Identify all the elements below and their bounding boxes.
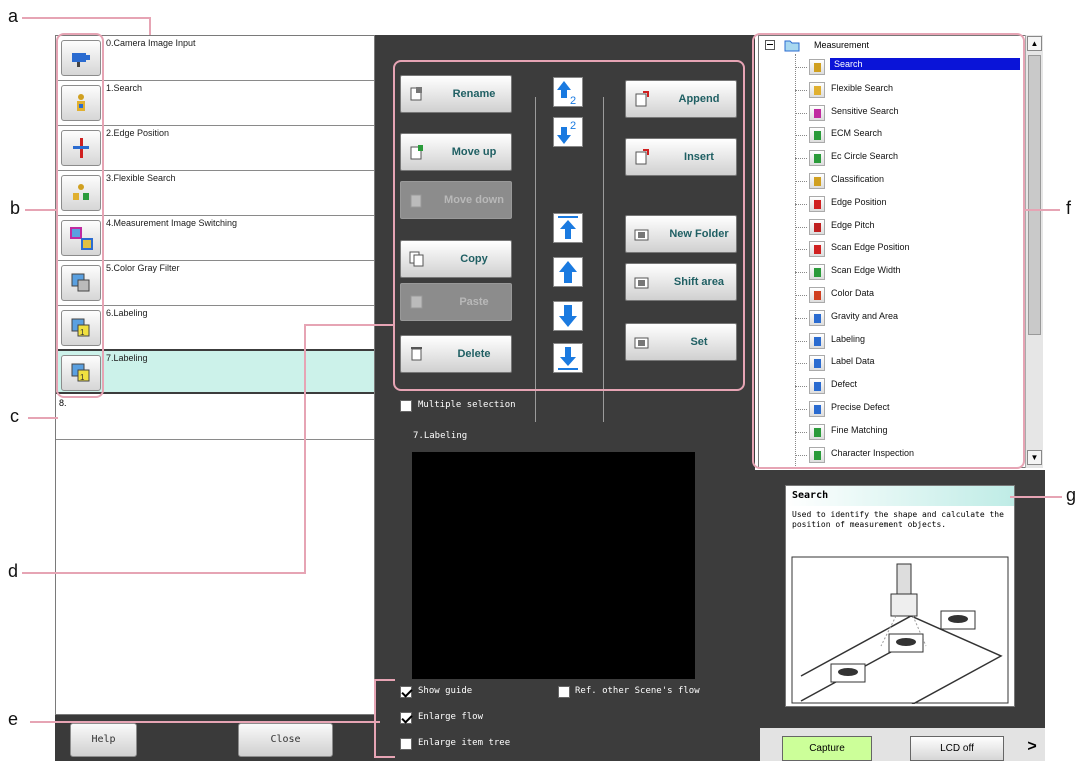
- callout-label-d: d: [8, 561, 19, 581]
- callout-label-f: f: [1066, 198, 1072, 218]
- callout-label-e: e: [8, 709, 19, 729]
- callout-label-g: g: [1066, 485, 1077, 505]
- callout-label-b: b: [10, 198, 21, 218]
- callout-label-a: a: [8, 6, 19, 26]
- callout-lines: [22, 17, 1062, 758]
- callout-label-c: c: [10, 406, 19, 426]
